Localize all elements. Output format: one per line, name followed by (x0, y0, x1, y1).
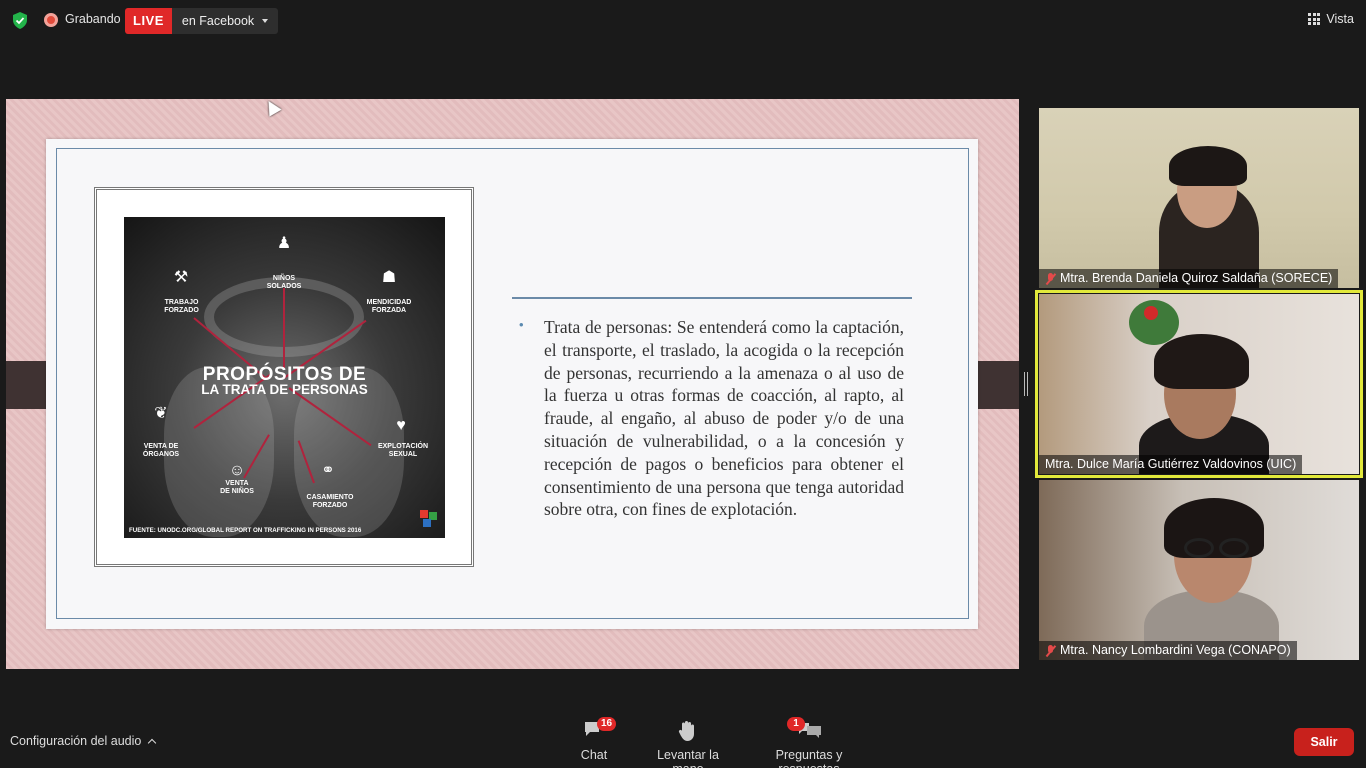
caret-down-icon (262, 19, 269, 23)
live-badge: LIVE (125, 8, 172, 34)
child-soldier-icon: ♟ (276, 235, 292, 252)
qa-button[interactable]: 1 Preguntas y respuestas (748, 717, 870, 768)
live-stream-indicator[interactable]: LIVE en Facebook (125, 8, 279, 34)
participant-3-hair (1164, 498, 1264, 558)
chat-button[interactable]: 16 Chat (578, 717, 617, 762)
recording-label[interactable]: Grabando (65, 12, 121, 26)
view-button[interactable]: Vista (1308, 12, 1354, 26)
sexual-exploitation-icon: ♥ (396, 417, 406, 434)
live-target-label: en Facebook (181, 14, 255, 28)
view-label: Vista (1326, 12, 1354, 26)
presentation-slide: ⚒ TRABAJO FORZADO ♟ NIÑOS SOLADOS ☗ MEND… (46, 139, 978, 629)
participant-name-bar: Mtra. Brenda Daniela Quiroz Saldaña (SOR… (1039, 269, 1339, 288)
participant-name-bar: Mtra. Nancy Lombardini Vega (CONAPO) (1039, 641, 1297, 660)
poster-label-forced-marriage: CASAMIENTO FORZADO (306, 494, 354, 509)
raise-hand-label: Levantar la mano (657, 748, 719, 768)
poster-label-child-soldiers: NIÑOS SOLADOS (266, 275, 302, 290)
glasses-right (1219, 538, 1249, 558)
raise-hand-button[interactable]: Levantar la mano (642, 720, 734, 768)
organs-icon: ❦ (154, 405, 168, 422)
live-target-dropdown[interactable]: en Facebook (171, 8, 279, 34)
chat-label: Chat (580, 748, 608, 762)
qa-label: Preguntas y respuestas (775, 748, 843, 768)
participant-video-2[interactable]: Mtra. Dulce María Gutiérrez Valdovinos (… (1039, 294, 1359, 474)
begging-icon: ☗ (381, 269, 397, 286)
mic-muted-icon (1045, 644, 1056, 657)
marriage-icon: ⚭ (321, 462, 335, 479)
telesur-logo-icon (420, 510, 437, 527)
participant-name-bar: Mtra. Dulce María Gutiérrez Valdovinos (… (1039, 455, 1303, 474)
poster-label-forced-labor: TRABAJO FORZADO (164, 299, 199, 314)
audio-settings-button[interactable]: Configuración del audio (10, 734, 157, 748)
qa-count-badge: 1 (787, 717, 805, 731)
audio-settings-label: Configuración del audio (10, 734, 142, 748)
security-shield-icon[interactable] (12, 12, 28, 29)
poster-label-organ-sale: VENTA DE ÓRGANOS (142, 443, 180, 458)
poster-label-child-sale: VENTA DE NIÑOS (220, 480, 254, 495)
slide-body-text: Trata de personas: Se entenderá como la … (544, 317, 904, 520)
chat-count-badge: 16 (597, 717, 617, 731)
recording-icon (44, 13, 58, 27)
poster-frame: ⚒ TRABAJO FORZADO ♟ NIÑOS SOLADOS ☗ MEND… (94, 187, 474, 567)
raise-hand-icon (678, 721, 694, 741)
chevron-up-icon[interactable] (148, 738, 157, 747)
leave-button[interactable]: Salir (1294, 728, 1354, 756)
poster-label-forced-begging: MENDICIDAD FORZADA (366, 299, 412, 314)
participant-name: Mtra. Brenda Daniela Quiroz Saldaña (SOR… (1060, 271, 1333, 285)
participant-1-hair (1169, 146, 1247, 186)
poster-source: FUENTE: UNODC.ORG/GLOBAL REPORT ON TRAFF… (129, 527, 362, 534)
child-sale-icon: ☺ (228, 462, 246, 479)
meeting-top-bar: Grabando LIVE en Facebook Vista (0, 0, 1366, 42)
grid-view-icon (1308, 13, 1321, 25)
participant-name: Mtra. Nancy Lombardini Vega (CONAPO) (1060, 643, 1291, 657)
participant-video-3[interactable]: Mtra. Nancy Lombardini Vega (CONAPO) (1039, 480, 1359, 660)
participant-video-1[interactable]: Mtra. Brenda Daniela Quiroz Saldaña (SOR… (1039, 108, 1359, 288)
shared-screen: ⚒ TRABAJO FORZADO ♟ NIÑOS SOLADOS ☗ MEND… (6, 99, 1019, 669)
plant-flower (1144, 306, 1158, 320)
trafficking-poster: ⚒ TRABAJO FORZADO ♟ NIÑOS SOLADOS ☗ MEND… (124, 217, 445, 538)
participant-2-hair (1154, 334, 1249, 389)
participant-name: Mtra. Dulce María Gutiérrez Valdovinos (… (1045, 457, 1297, 471)
slide-divider-line (512, 297, 912, 299)
poster-subtitle: LA TRATA DE PERSONAS (201, 382, 368, 397)
bullet-icon: • (519, 317, 524, 332)
resize-handle[interactable] (1024, 372, 1028, 396)
poster-label-sexual-exploitation: EXPLOTACIÓN SEXUAL (377, 443, 429, 458)
forced-labor-icon: ⚒ (173, 269, 189, 286)
glasses-left (1184, 538, 1214, 558)
mic-muted-icon (1045, 272, 1056, 285)
